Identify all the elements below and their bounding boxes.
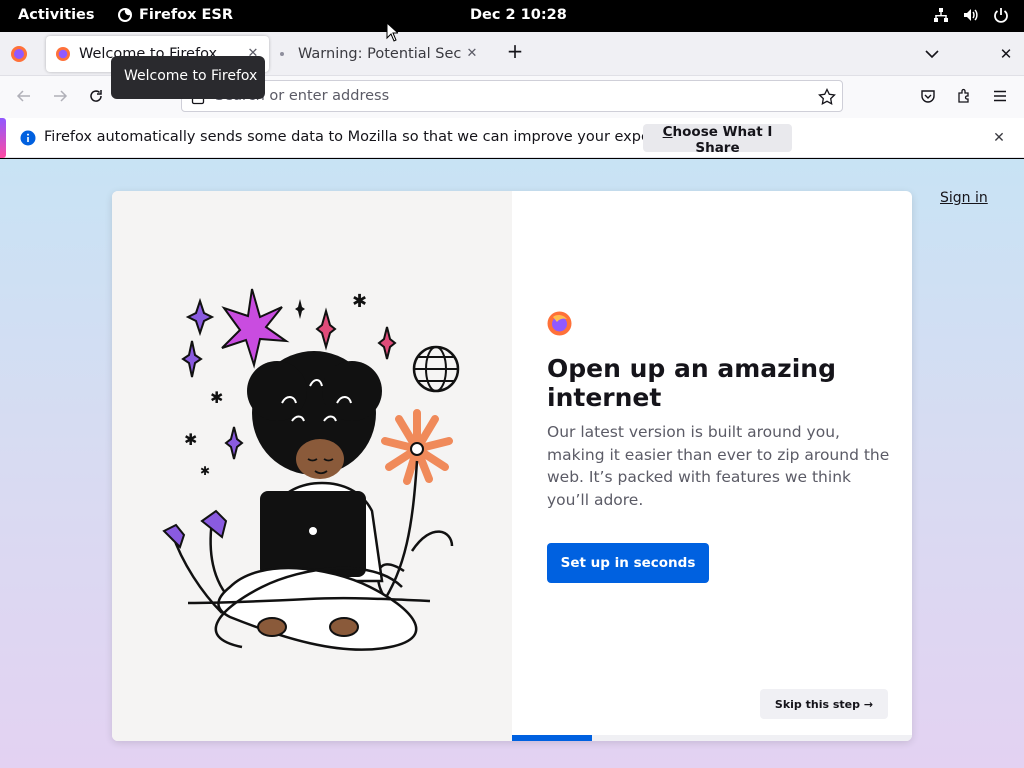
list-all-tabs-icon[interactable]	[922, 44, 942, 64]
notification-message: Firefox automatically sends some data to…	[44, 129, 700, 145]
volume-icon	[962, 6, 980, 24]
close-icon[interactable]: ✕	[991, 130, 1007, 146]
bookmark-star-icon[interactable]	[818, 88, 836, 106]
app-menu[interactable]: Firefox ESR	[117, 7, 233, 23]
card-text: Open up an amazing internet Our latest v…	[547, 311, 892, 511]
skip-label: Skip this step	[774, 697, 861, 711]
close-tab-icon[interactable]: ✕	[464, 46, 480, 62]
firefox-view-icon[interactable]	[10, 45, 28, 63]
page-description: Our latest version is built around you, …	[547, 423, 890, 509]
arrow-right-icon: →	[863, 697, 874, 711]
svg-text:✱: ✱	[184, 430, 197, 449]
new-tab-button[interactable]: +	[505, 41, 525, 62]
tab-tooltip: Welcome to Firefox	[111, 56, 265, 99]
network-icon	[932, 6, 950, 24]
system-status-area[interactable]	[932, 6, 1010, 24]
tab-warning[interactable]: Warning: Potential Security Risk Ahead ✕	[274, 36, 488, 72]
reload-icon[interactable]	[86, 86, 106, 106]
person-with-laptop-illustration: ✱ ✱ ✱ ✱	[162, 288, 460, 651]
tab-indicator-dot	[280, 52, 284, 56]
back-icon[interactable]	[14, 86, 34, 106]
notification-accent	[0, 118, 6, 158]
tab-label: Warning: Potential Security Risk Ahead	[298, 46, 462, 62]
data-collection-notification: Firefox automatically sends some data to…	[0, 118, 1024, 158]
menu-icon[interactable]	[990, 86, 1010, 106]
mouse-pointer-icon	[386, 22, 398, 42]
pocket-icon[interactable]	[918, 86, 938, 106]
welcome-page: Sign in ✱ ✱ ✱ ✱ Open up an amazing inter…	[0, 159, 1024, 768]
clock[interactable]: Dec 2 10:28	[470, 7, 567, 23]
forward-icon[interactable]	[50, 86, 70, 106]
window-close-icon[interactable]: ✕	[996, 44, 1016, 64]
system-top-bar: Activities Firefox ESR Dec 2 10:28	[0, 0, 1024, 32]
activities-button[interactable]: Activities	[18, 7, 95, 23]
firefox-logo-icon	[56, 47, 70, 61]
onboarding-progress	[512, 735, 912, 741]
extensions-icon[interactable]	[954, 86, 974, 106]
power-icon	[992, 6, 1010, 24]
info-icon	[20, 130, 36, 146]
svg-text:✱: ✱	[200, 464, 210, 478]
onboarding-card: ✱ ✱ ✱ ✱ Open up an amazing internet Our …	[112, 191, 912, 741]
firefox-logo-icon	[118, 8, 132, 22]
sign-in-link[interactable]: Sign in	[940, 190, 988, 206]
address-input[interactable]	[215, 86, 775, 106]
illustration-panel: ✱ ✱ ✱ ✱	[112, 191, 512, 741]
firefox-logo-icon	[547, 311, 572, 336]
progress-fill	[512, 735, 592, 741]
url-bar[interactable]	[181, 80, 843, 112]
page-title: Open up an amazing internet	[547, 354, 836, 412]
skip-step-button[interactable]: Skip this step →	[760, 689, 888, 719]
svg-text:✱: ✱	[352, 291, 367, 312]
svg-text:✱: ✱	[210, 388, 223, 407]
choose-what-i-share-button[interactable]: Choose What I Share	[643, 124, 792, 156]
set-up-button[interactable]: Set up in seconds	[547, 543, 709, 583]
app-name: Firefox ESR	[139, 7, 234, 23]
